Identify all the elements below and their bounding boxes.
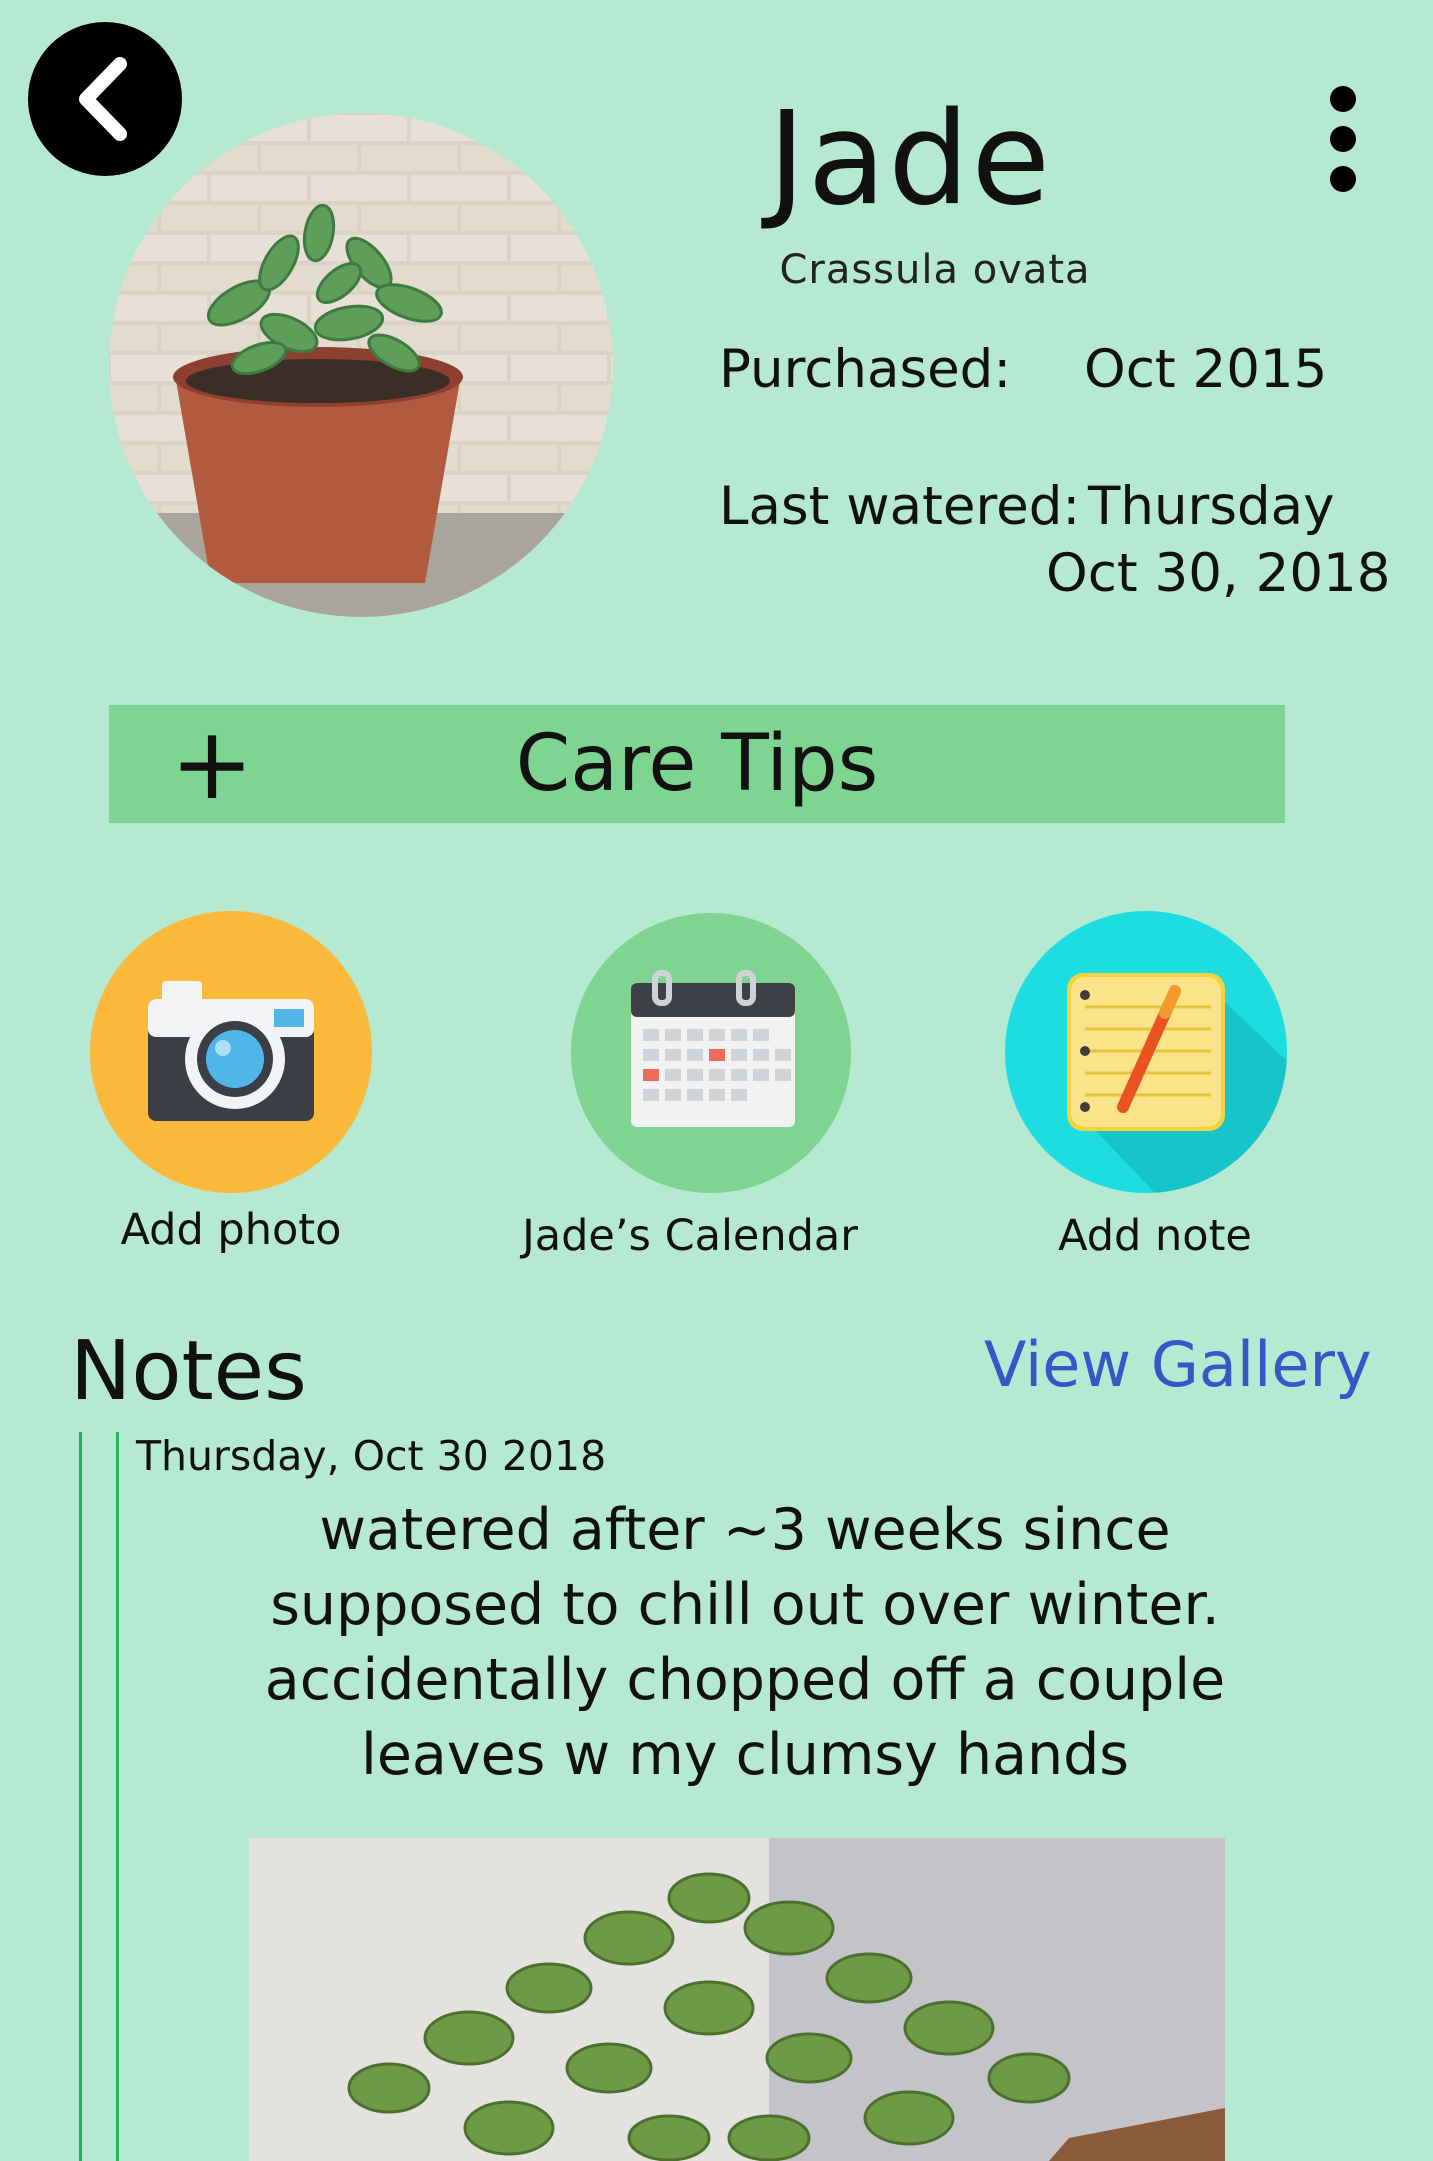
last-watered-label: Last watered: <box>719 476 1081 537</box>
add-photo-label: Add photo <box>120 1205 342 1255</box>
chevron-left-icon <box>79 57 127 141</box>
purchased-label: Purchased: <box>719 339 1012 400</box>
scientific-name: Crassula ovata <box>779 247 1091 293</box>
timeline-line <box>79 1432 82 2161</box>
care-tips-label: Care Tips <box>515 719 879 809</box>
plant-photo[interactable] <box>109 113 613 617</box>
notes-heading: Notes <box>70 1324 307 1419</box>
last-watered-day: Thursday <box>1088 476 1335 537</box>
last-watered-date: Oct 30, 2018 <box>1046 543 1391 604</box>
notepad-icon <box>1067 973 1287 1193</box>
note-photo[interactable] <box>249 1838 1225 2161</box>
back-button[interactable] <box>28 22 182 176</box>
note-text: watered after ~3 weeks since supposed to… <box>264 1497 1226 1788</box>
view-gallery-link[interactable]: View Gallery <box>984 1325 1372 1405</box>
camera-icon <box>148 981 314 1121</box>
calendar-button[interactable] <box>571 913 851 1193</box>
calendar-label: Jade’s Calendar <box>522 1211 858 1261</box>
add-photo-button[interactable] <box>90 911 372 1193</box>
care-tips-expander[interactable]: + Care Tips <box>109 705 1285 823</box>
note-date: Thursday, Oct 30 2018 <box>136 1432 607 1480</box>
more-menu-button[interactable] <box>1312 86 1372 196</box>
plant-name: Jade <box>767 85 1053 234</box>
add-note-button[interactable] <box>1005 911 1287 1193</box>
add-note-label: Add note <box>1058 1211 1252 1261</box>
purchased-value: Oct 2015 <box>1084 339 1328 400</box>
timeline-line <box>116 1432 119 2161</box>
calendar-icon <box>631 970 795 1127</box>
